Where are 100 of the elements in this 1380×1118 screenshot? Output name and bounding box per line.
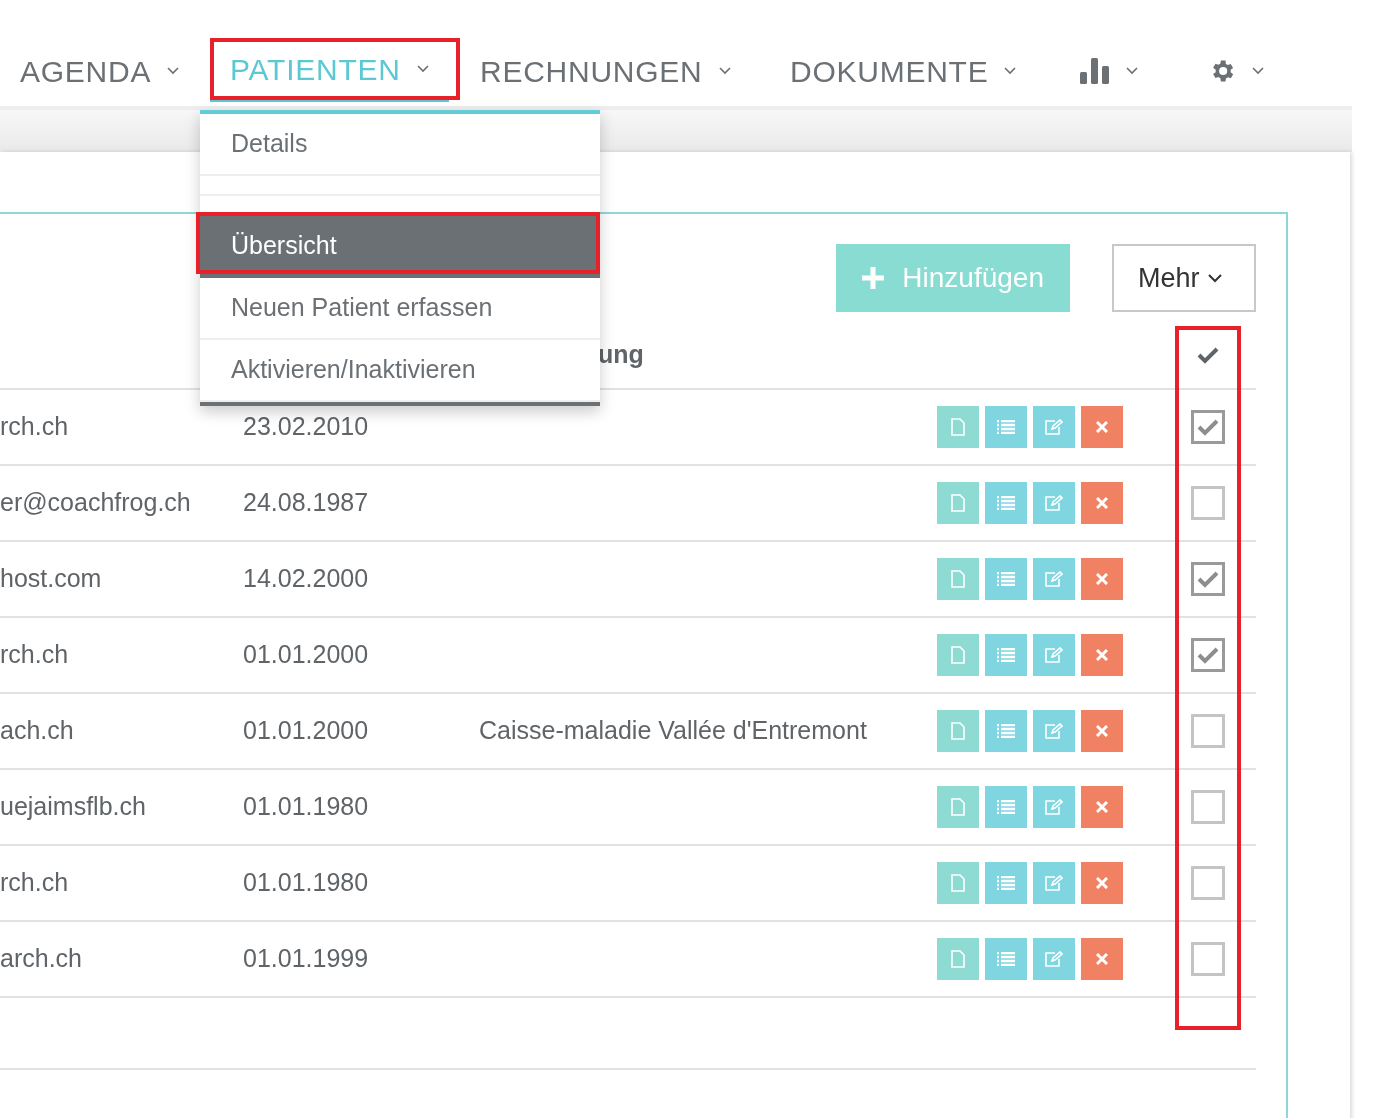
table-cell: rch.ch xyxy=(0,640,69,669)
document-button[interactable] xyxy=(937,634,979,676)
edit-button[interactable] xyxy=(1033,938,1075,980)
edit-icon xyxy=(1045,875,1063,891)
document-icon xyxy=(951,874,965,892)
document-icon xyxy=(951,798,965,816)
edit-button[interactable] xyxy=(1033,558,1075,600)
menu-item[interactable]: Neuen Patient erfassen xyxy=(200,278,600,340)
close-icon xyxy=(1096,877,1108,889)
row-checkbox[interactable] xyxy=(1191,790,1225,824)
delete-button[interactable] xyxy=(1081,482,1123,524)
delete-button[interactable] xyxy=(1081,786,1123,828)
list-icon xyxy=(997,496,1015,510)
edit-button[interactable] xyxy=(1033,406,1075,448)
row-checkbox[interactable] xyxy=(1191,942,1225,976)
close-icon xyxy=(1096,725,1108,737)
edit-button[interactable] xyxy=(1033,634,1075,676)
list-button[interactable] xyxy=(985,482,1027,524)
chevron-down-icon xyxy=(1126,67,1138,75)
list-button[interactable] xyxy=(985,710,1027,752)
bar-chart-icon xyxy=(1080,58,1110,84)
nav-tab[interactable]: DOKUMENTE xyxy=(770,40,1037,102)
document-button[interactable] xyxy=(937,558,979,600)
document-button[interactable] xyxy=(937,938,979,980)
row-checkbox[interactable] xyxy=(1191,410,1225,444)
menu-item[interactable]: Details xyxy=(200,114,600,176)
delete-button[interactable] xyxy=(1081,634,1123,676)
table-cell: arch.ch xyxy=(0,944,82,973)
checkmark-icon xyxy=(1197,646,1219,664)
delete-button[interactable] xyxy=(1081,558,1123,600)
list-button[interactable] xyxy=(985,938,1027,980)
table-cell: Caisse-maladie Vallée d'Entremont xyxy=(479,716,867,745)
delete-button[interactable] xyxy=(1081,938,1123,980)
table-cell: rch.ch xyxy=(0,868,69,897)
table-cell: 01.01.2000 xyxy=(243,716,369,745)
close-icon xyxy=(1096,801,1108,813)
document-icon xyxy=(951,494,965,512)
table-cell: 24.08.1987 xyxy=(243,488,369,517)
table-cell: 01.01.1980 xyxy=(243,792,369,821)
list-icon xyxy=(997,952,1015,966)
edit-icon xyxy=(1045,647,1063,663)
chevron-down-icon xyxy=(167,67,180,75)
delete-button[interactable] xyxy=(1081,862,1123,904)
document-icon xyxy=(951,570,965,588)
row-checkbox[interactable] xyxy=(1191,714,1225,748)
list-button[interactable] xyxy=(985,786,1027,828)
list-icon xyxy=(997,876,1015,890)
table-cell: uejaimsflb.ch xyxy=(0,792,146,821)
edit-button[interactable] xyxy=(1033,786,1075,828)
document-button[interactable] xyxy=(937,710,979,752)
document-button[interactable] xyxy=(937,482,979,524)
list-icon xyxy=(997,420,1015,434)
menu-item[interactable]: Übersicht xyxy=(200,216,600,278)
list-button[interactable] xyxy=(985,634,1027,676)
document-button[interactable] xyxy=(937,406,979,448)
close-icon xyxy=(1096,497,1108,509)
more-button[interactable]: Mehr xyxy=(1112,244,1256,312)
table-cell: 14.02.2000 xyxy=(243,564,369,593)
close-icon xyxy=(1096,421,1108,433)
table-cell: 23.02.2010 xyxy=(243,412,369,441)
chevron-down-icon xyxy=(1004,67,1017,75)
document-button[interactable] xyxy=(937,862,979,904)
document-icon xyxy=(951,646,965,664)
checkmark-icon xyxy=(1197,570,1219,588)
list-icon xyxy=(997,648,1015,662)
delete-button[interactable] xyxy=(1081,406,1123,448)
close-icon xyxy=(1096,649,1108,661)
document-button[interactable] xyxy=(937,786,979,828)
edit-icon xyxy=(1045,951,1063,967)
table-cell: host.com xyxy=(0,564,102,593)
checkmark-icon xyxy=(1197,418,1219,436)
edit-button[interactable] xyxy=(1033,862,1075,904)
delete-button[interactable] xyxy=(1081,710,1123,752)
edit-button[interactable] xyxy=(1033,482,1075,524)
chevron-down-icon xyxy=(718,67,731,75)
list-button[interactable] xyxy=(985,862,1027,904)
list-button[interactable] xyxy=(985,406,1027,448)
nav-tab[interactable]: AGENDA xyxy=(0,40,200,102)
edit-icon xyxy=(1045,419,1063,435)
edit-icon xyxy=(1045,495,1063,511)
menu-item[interactable]: Aktivieren/Inaktivieren xyxy=(200,340,600,402)
document-icon xyxy=(951,418,965,436)
close-icon xyxy=(1096,953,1108,965)
row-checkbox[interactable] xyxy=(1191,486,1225,520)
edit-button[interactable] xyxy=(1033,710,1075,752)
edit-icon xyxy=(1045,571,1063,587)
document-icon xyxy=(951,722,965,740)
edit-icon xyxy=(1045,723,1063,739)
list-icon xyxy=(997,724,1015,738)
table-cell: rch.ch xyxy=(0,412,69,441)
chevron-down-icon xyxy=(1252,67,1264,75)
row-checkbox[interactable] xyxy=(1191,638,1225,672)
table-cell: 01.01.1980 xyxy=(243,868,369,897)
row-checkbox[interactable] xyxy=(1191,866,1225,900)
document-icon xyxy=(951,950,965,968)
list-button[interactable] xyxy=(985,558,1027,600)
chevron-down-icon xyxy=(416,65,429,73)
nav-tab[interactable]: RECHNUNGEN xyxy=(460,40,751,102)
checkmark-icon xyxy=(1197,346,1219,364)
row-checkbox[interactable] xyxy=(1191,562,1225,596)
